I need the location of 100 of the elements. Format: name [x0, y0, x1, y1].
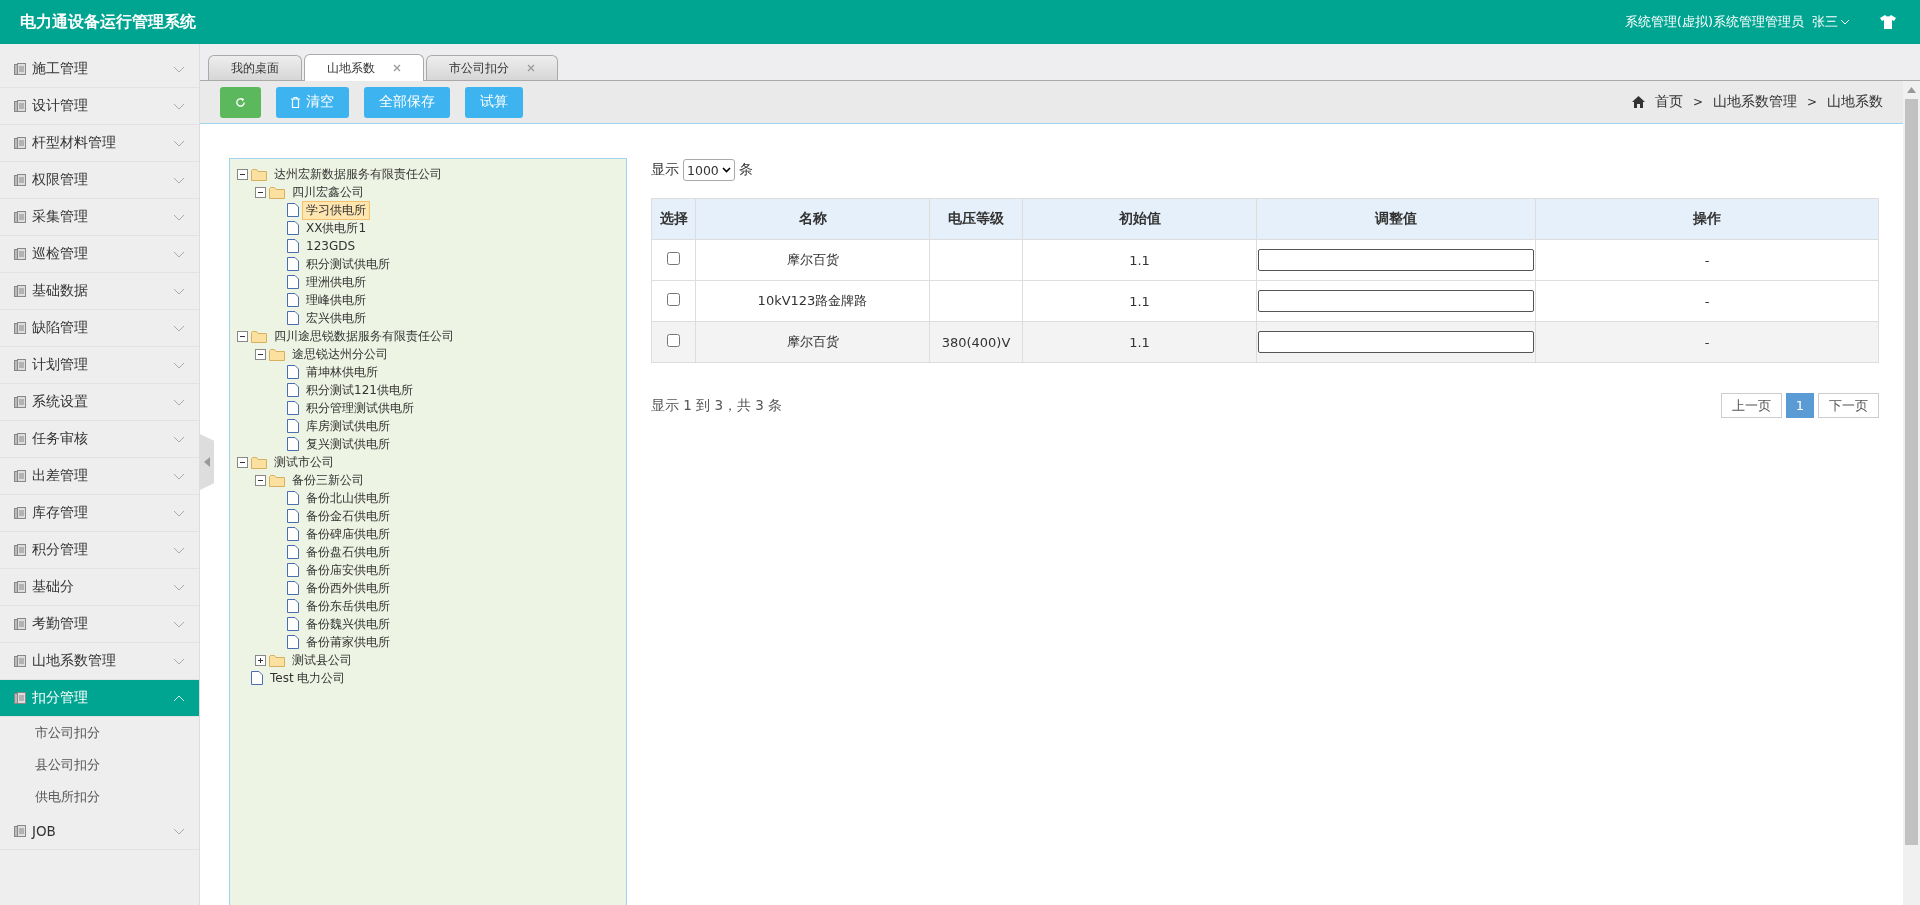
sidebar-item[interactable]: 设计管理 [0, 88, 199, 125]
adjust-input-field[interactable] [1258, 331, 1534, 353]
collapse-toggle[interactable] [255, 474, 266, 486]
page-size-label: 显示 [651, 161, 679, 179]
trash-icon [291, 96, 300, 108]
tree-node-label[interactable]: 达州宏新数据服务有限责任公司 [270, 164, 446, 184]
tree-node-label[interactable]: 积分管理测试供电所 [302, 398, 418, 418]
sidebar-collapse-handle[interactable] [200, 434, 214, 490]
tab[interactable]: 山地系数 [304, 54, 424, 81]
list-icon [14, 581, 26, 593]
tree-node-label[interactable]: 复兴测试供电所 [302, 434, 394, 454]
submenu-item[interactable]: 供电所扣分 [0, 781, 199, 813]
chevron-down-icon [173, 361, 185, 369]
sidebar-item[interactable]: 基础数据 [0, 273, 199, 310]
tab[interactable]: 市公司扣分 [426, 55, 558, 80]
collapse-toggle[interactable] [237, 330, 248, 342]
row-checkbox[interactable] [667, 252, 680, 265]
breadcrumb-link[interactable]: 首页 [1654, 93, 1683, 111]
tree-node-label[interactable]: 积分测试供电所 [302, 254, 394, 274]
sidebar-item[interactable]: 出差管理 [0, 458, 199, 495]
tree-node-label[interactable]: XX供电所1 [302, 218, 371, 238]
page-button[interactable]: 下一页 [1818, 393, 1879, 418]
row-checkbox[interactable] [667, 293, 680, 306]
sidebar-item[interactable]: 杆型材料管理 [0, 125, 199, 162]
tree-node-label[interactable]: 备份北山供电所 [302, 488, 394, 508]
file-icon [287, 545, 299, 559]
folder-icon [269, 473, 285, 487]
tree-node-label[interactable]: 学习供电所 [302, 200, 370, 220]
file-icon [287, 599, 299, 613]
row-checkbox[interactable] [667, 334, 680, 347]
collapse-toggle[interactable] [237, 168, 248, 180]
tree-node-label[interactable]: 备份魏兴供电所 [302, 614, 394, 634]
tree-node-label[interactable]: 测试市公司 [270, 452, 338, 472]
adjust-input-field[interactable] [1258, 249, 1534, 271]
file-icon [287, 509, 299, 523]
tree-node-label[interactable]: 123GDS [302, 238, 360, 254]
tree-node-label[interactable]: 理洲供电所 [302, 272, 370, 292]
column-header: 初始值 [1118, 210, 1161, 226]
collapse-toggle[interactable] [237, 456, 248, 468]
chevron-up-icon [173, 694, 185, 702]
submenu-item[interactable]: 市公司扣分 [0, 717, 199, 749]
sidebar-item[interactable]: JOB [0, 813, 199, 850]
sidebar-item[interactable]: 采集管理 [0, 199, 199, 236]
tree-node-label[interactable]: Test 电力公司 [266, 668, 350, 688]
tree-node-label[interactable]: 积分测试121供电所 [302, 380, 417, 400]
chevron-down-icon [173, 583, 185, 591]
tree-node-label[interactable]: 备份东岳供电所 [302, 596, 394, 616]
sidebar-item[interactable]: 系统设置 [0, 384, 199, 421]
close-icon[interactable] [393, 64, 401, 72]
sidebar-item[interactable]: 计划管理 [0, 347, 199, 384]
tree-node-label[interactable]: 备份莆家供电所 [302, 632, 394, 652]
tree-node-label[interactable]: 测试县公司 [288, 650, 356, 670]
tree-node-label[interactable]: 莆坤林供电所 [302, 362, 382, 382]
file-icon [251, 671, 263, 685]
chevron-down-icon [173, 65, 185, 73]
sidebar-item[interactable]: 基础分 [0, 569, 199, 606]
sidebar-item[interactable]: 施工管理 [0, 51, 199, 88]
tree-node-label[interactable]: 备份三新公司 [288, 470, 368, 490]
sidebar-item[interactable]: 积分管理 [0, 532, 199, 569]
tree-node-label[interactable]: 四川宏鑫公司 [288, 182, 368, 202]
caret-icon [1840, 19, 1850, 25]
breadcrumb-link[interactable]: 山地系数管理 [1712, 93, 1797, 111]
folder-icon [251, 167, 267, 181]
submenu-item[interactable]: 县公司扣分 [0, 749, 199, 781]
breadcrumb-link[interactable]: 山地系数 [1827, 93, 1883, 111]
collapse-toggle[interactable] [255, 186, 266, 198]
adjust-input-field[interactable] [1258, 290, 1534, 312]
sidebar-item[interactable]: 任务审核 [0, 421, 199, 458]
sidebar-item[interactable]: 权限管理 [0, 162, 199, 199]
chevron-down-icon [173, 324, 185, 332]
file-icon [287, 293, 299, 307]
table-cell: - [1704, 293, 1710, 309]
page-size-select[interactable]: 1000 [683, 159, 735, 181]
collapse-toggle[interactable] [255, 348, 266, 360]
chevron-down-icon [173, 827, 185, 835]
sidebar-item[interactable]: 巡检管理 [0, 236, 199, 273]
tree-node-label[interactable]: 备份西外供电所 [302, 578, 394, 598]
folder-icon [251, 329, 267, 343]
tree-node-label[interactable]: 理峰供电所 [302, 290, 370, 310]
sidebar-item[interactable]: 考勤管理 [0, 606, 199, 643]
tree-node-label[interactable]: 备份庙安供电所 [302, 560, 394, 580]
tree-node-label[interactable]: 库房测试供电所 [302, 416, 394, 436]
tree-node-label[interactable]: 四川途思锐数据服务有限责任公司 [270, 326, 458, 346]
tree-node-label[interactable]: 途思锐达州分公司 [288, 344, 392, 364]
list-icon [14, 692, 26, 704]
file-icon [287, 401, 299, 415]
page-button[interactable]: 上一页 [1720, 393, 1782, 418]
shirt-icon[interactable] [1880, 15, 1896, 29]
tree-node-label[interactable]: 备份金石供电所 [302, 506, 394, 526]
table-cell: 1.1 [1129, 334, 1150, 350]
tree-node-label[interactable]: 备份碑庙供电所 [302, 524, 394, 544]
tree-node-label[interactable]: 备份盘石供电所 [302, 542, 394, 562]
sidebar-item[interactable]: 缺陷管理 [0, 310, 199, 347]
list-icon [14, 618, 26, 630]
expand-toggle[interactable] [255, 654, 266, 666]
file-icon [287, 635, 299, 649]
sidebar-item[interactable]: 库存管理 [0, 495, 199, 532]
breadcrumb-separator: > [1692, 95, 1703, 109]
tree-node-label[interactable]: 宏兴供电所 [302, 308, 370, 328]
tab[interactable]: 我的桌面 [208, 55, 302, 80]
